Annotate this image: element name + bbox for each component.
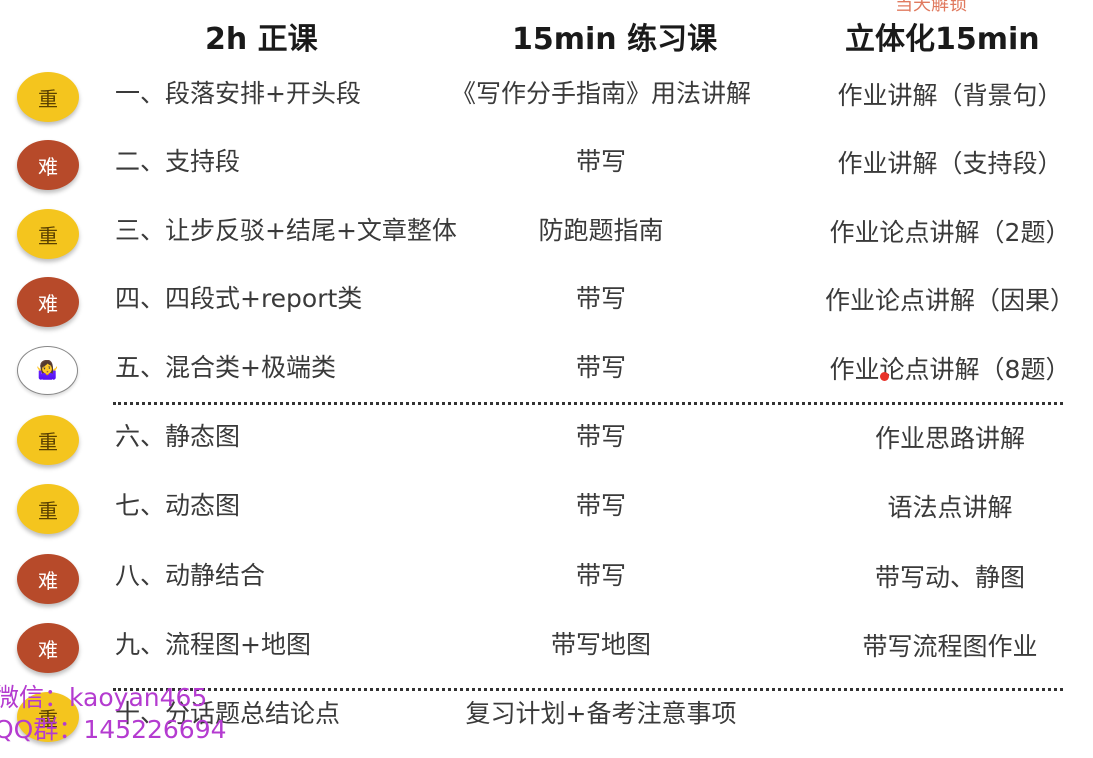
extra-item: 作业讲解（支持段） [837,149,1063,178]
section-divider [113,402,1063,405]
practice-item: 带写地图 [550,630,652,659]
extra-item: 作业论点讲解（因果） [824,286,1076,315]
schedule-row: 重 一、段落安排+开头段 《写作分手指南》用法讲解 作业讲解（背景句） [0,68,1093,138]
lesson-title: 八、动静结合 [115,561,266,590]
extra-item: 语法点讲解 [887,493,1013,522]
extra-item: 作业论点讲解（8题） [829,355,1071,384]
schedule-row: 重 三、让步反驳+结尾+文章整体 防跑题指南 作业论点讲解（2题） [0,205,1093,275]
header-main-course: 2h 正课 [205,22,318,57]
lesson-title: 四、四段式+report类 [115,284,363,313]
extra-item: 作业讲解（背景句） [837,81,1063,110]
schedule-row: 难 四、四段式+report类 带写 作业论点讲解（因果） [0,273,1093,343]
practice-item: 《写作分手指南》用法讲解 [450,79,752,108]
shrug-person-icon: 🤷‍♀️ [17,346,78,395]
extra-item: 作业论点讲解（2题） [829,218,1071,247]
extra-item: 带写流程图作业 [862,632,1038,661]
practice-item: 带写 [575,147,627,176]
lesson-title: 九、流程图+地图 [115,630,311,659]
practice-item: 复习计划+备考注意事项 [465,699,737,728]
lesson-title: 五、混合类+极端类 [115,353,336,382]
lesson-title: 七、动态图 [115,491,241,520]
practice-item: 带写 [575,491,627,520]
header-practice-course: 15min 练习课 [512,22,718,57]
badge-difficult: 难 [17,277,79,327]
watermark-wechat: 微信：kaoyan465 [0,683,208,712]
pointer-dot [880,372,889,381]
schedule-row: 重 七、动态图 带写 语法点讲解 [0,480,1093,550]
practice-item: 带写 [575,561,627,590]
lesson-title: 三、让步反驳+结尾+文章整体 [115,216,457,245]
extra-item: 带写动、静图 [874,563,1026,592]
badge-difficult: 难 [17,554,79,604]
practice-item: 防跑题指南 [538,216,664,245]
lesson-title: 六、静态图 [115,422,241,451]
lesson-title: 一、段落安排+开头段 [115,79,361,108]
practice-item: 带写 [575,284,627,313]
badge-difficult: 难 [17,623,79,673]
badge-important: 重 [17,209,79,259]
lesson-title: 二、支持段 [115,147,241,176]
schedule-row: 难 八、动静结合 带写 带写动、静图 [0,550,1093,620]
badge-important: 重 [17,484,79,534]
badge-important: 重 [17,72,79,122]
watermark-qq: QQ群：145226694 [0,715,227,744]
badge-difficult: 难 [17,140,79,190]
schedule-row: 重 六、静态图 带写 作业思路讲解 [0,411,1093,481]
badge-important: 重 [17,415,79,465]
practice-item: 带写 [575,353,627,382]
extra-item: 作业思路讲解 [874,424,1026,453]
header-extra-course: 立体化15min [845,22,1040,57]
schedule-row: 难 二、支持段 带写 作业讲解（支持段） [0,136,1093,206]
practice-item: 带写 [575,422,627,451]
